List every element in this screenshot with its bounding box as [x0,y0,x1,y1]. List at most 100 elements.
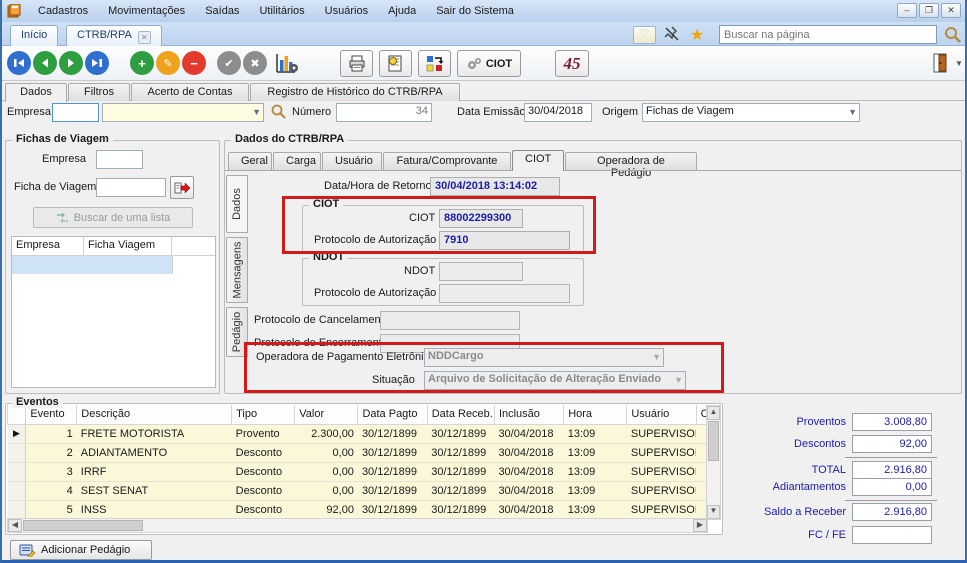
tab-registro-historico[interactable]: Registro de Histórico do CTRB/RPA [250,83,460,101]
tab-carga[interactable]: Carga [273,152,321,170]
table-cell[interactable]: 0,00 [295,462,358,481]
menu-cadastros[interactable]: Cadastros [28,2,98,20]
table-cell[interactable]: 1 [26,424,77,443]
star-icon[interactable]: ★ [690,25,704,45]
eventos-hscrollbar[interactable]: ◀ ▶ [7,518,708,533]
table-row[interactable]: 2ADIANTAMENTODesconto0,0030/12/189930/12… [8,443,711,462]
table-cell[interactable]: FRETE MOTORISTA [77,424,232,443]
table-row[interactable]: 3IRRFDesconto0,0030/12/189930/12/189930/… [8,462,711,481]
table-row[interactable]: ▶1FRETE MOTORISTAProvento2.300,0030/12/1… [8,424,711,443]
tab-close-icon[interactable]: ✕ [138,31,151,44]
table-cell[interactable]: 13:09 [564,500,627,519]
table-cell[interactable]: 30/12/1899 [427,500,494,519]
side-tab-dados[interactable]: Dados [226,175,248,233]
table-cell[interactable]: 30/04/2018 [494,500,563,519]
ciot-button[interactable]: CIOT [457,50,521,77]
eventos-vscrollbar[interactable]: ▲ ▼ [706,405,721,520]
table-cell[interactable]: 13:09 [564,462,627,481]
table-cell[interactable]: 30/12/1899 [358,424,427,443]
load-ficha-button[interactable] [170,176,194,199]
table-cell[interactable]: Desconto [232,462,295,481]
table-cell[interactable]: 30/12/1899 [427,443,494,462]
search-icon[interactable] [943,25,962,44]
first-record-button[interactable] [6,50,32,76]
empresa-search-icon[interactable] [270,103,287,120]
last-record-button[interactable] [84,50,110,76]
table-cell[interactable]: 30/12/1899 [427,424,494,443]
table-cell[interactable]: 13:09 [564,443,627,462]
table-cell[interactable]: SEST SENAT [77,481,232,500]
tab-filtros[interactable]: Filtros [68,83,130,101]
favorites-toggle-button[interactable]: ♡ [633,26,656,44]
fichas-selected-row[interactable] [12,256,173,274]
table-cell[interactable]: 4 [26,481,77,500]
table-cell[interactable]: 30/12/1899 [358,462,427,481]
close-button[interactable]: ✕ [941,3,961,18]
table-cell[interactable]: 30/04/2018 [494,443,563,462]
table-cell[interactable]: Desconto [232,443,295,462]
table-cell[interactable]: 30/12/1899 [358,443,427,462]
table-cell[interactable]: Desconto [232,500,295,519]
next-record-button[interactable] [58,50,84,76]
report-button[interactable] [379,50,412,77]
table-cell[interactable]: 30/12/1899 [427,481,494,500]
scroll-down-icon[interactable]: ▼ [707,505,720,519]
table-cell[interactable]: 0,00 [295,481,358,500]
table-cell[interactable]: SUPERVISOR [627,424,696,443]
tab-geral[interactable]: Geral [228,152,272,170]
buscar-de-uma-lista-button[interactable]: Buscar de uma lista [33,207,193,228]
restore-button[interactable]: ❐ [919,3,939,18]
table-cell[interactable]: 30/04/2018 [494,462,563,481]
table-cell[interactable]: ADIANTAMENTO [77,443,232,462]
previous-record-button[interactable] [32,50,58,76]
table-cell[interactable]: Desconto [232,481,295,500]
fichas-grid[interactable]: Empresa Ficha Viagem [11,236,216,388]
tab-inicio[interactable]: Início [10,25,58,46]
cancel-button[interactable]: ✖ [242,50,268,76]
table-row[interactable]: 5INSSDesconto92,0030/12/189930/12/189930… [8,500,711,519]
table-cell[interactable]: SUPERVISOR [627,500,696,519]
menu-saidas[interactable]: Saídas [195,2,249,20]
empresa-code-input[interactable] [52,103,99,122]
side-tab-pedagio[interactable]: Pedágio [226,307,248,357]
table-cell[interactable]: 30/12/1899 [358,481,427,500]
transfer-button[interactable] [418,50,451,77]
delete-record-button[interactable]: − [181,50,207,76]
numero-field[interactable]: 34 [336,103,432,122]
add-record-button[interactable]: + [129,50,155,76]
table-cell[interactable]: SUPERVISOR [627,462,696,481]
scroll-up-icon[interactable]: ▲ [707,406,720,420]
table-cell[interactable]: 0,00 [295,443,358,462]
table-cell[interactable]: 92,00 [295,500,358,519]
table-cell[interactable]: 13:09 [564,424,627,443]
tab-dados[interactable]: Dados [5,83,67,102]
chart-settings-icon[interactable] [272,50,302,76]
scroll-right-icon[interactable]: ▶ [693,519,707,532]
side-tab-mensagens[interactable]: Mensagens [226,237,248,303]
adicionar-pedagio-button[interactable]: Adicionar Pedágio [10,540,152,560]
logo-45-button[interactable]: 45 [555,50,589,77]
data-emissao-field[interactable]: 30/04/2018 [524,103,592,122]
empresa-combo[interactable]: ▼ [102,103,264,122]
table-cell[interactable]: 2.300,00 [295,424,358,443]
tab-acerto-de-contas[interactable]: Acerto de Contas [131,83,249,101]
table-cell[interactable]: 2 [26,443,77,462]
table-cell[interactable]: 30/04/2018 [494,424,563,443]
table-row[interactable]: 4SEST SENATDesconto0,0030/12/189930/12/1… [8,481,711,500]
menu-utilitarios[interactable]: Utilitários [249,2,314,20]
table-cell[interactable]: 13:09 [564,481,627,500]
table-cell[interactable]: 30/12/1899 [427,462,494,481]
pin-icon[interactable] [663,25,681,43]
table-cell[interactable]: 30/04/2018 [494,481,563,500]
table-cell[interactable]: 3 [26,462,77,481]
print-button[interactable] [340,50,373,77]
search-input[interactable] [719,25,937,44]
toolbar-overflow-chevron-icon[interactable]: ▼ [955,59,963,68]
eventos-table[interactable]: EventoDescrição TipoValor Data PagtoData… [7,405,711,520]
table-cell[interactable]: INSS [77,500,232,519]
fichas-empresa-input[interactable] [96,150,143,169]
menu-usuarios[interactable]: Usuários [315,2,378,20]
tab-usuario[interactable]: Usuário [322,152,382,170]
tab-fatura-comprovante[interactable]: Fatura/Comprovante [383,152,511,170]
table-cell[interactable]: SUPERVISOR [627,481,696,500]
